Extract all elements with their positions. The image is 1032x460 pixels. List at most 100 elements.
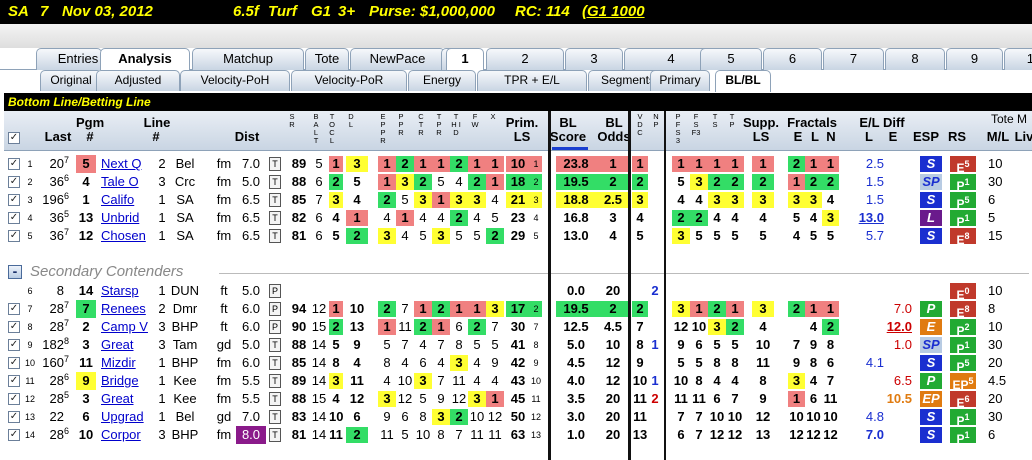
row-checkbox[interactable]: ✓ <box>8 303 20 315</box>
running-style-number: 1 <box>964 213 970 223</box>
subtab-velocitypor[interactable]: Velocity-PoR <box>291 70 407 91</box>
horse-name-link[interactable]: Chosen <box>101 227 149 245</box>
header-l: L <box>811 129 819 144</box>
row-checkbox[interactable]: ✓ <box>8 230 20 242</box>
horse-name-link[interactable]: Unbrid <box>101 209 149 227</box>
tab-7[interactable]: 7 <box>823 48 884 70</box>
subtab-tprel[interactable]: TPR + E/L <box>477 70 587 91</box>
horse-name-link[interactable]: Next Q <box>101 155 149 173</box>
subtab-blbl[interactable]: BL/BL <box>715 70 771 92</box>
table-row[interactable]: ✓ 8 28 7 2 Camp V 3 BHP ft 6.0 P 90 15 2 13 1 11 2 1 6 2 7 30 7… <box>4 318 1032 338</box>
table-row[interactable]: ✓ 4 36 5 13 Unbrid 1 SA fm 6.5 T 82 6 4 1 4 1 4 4 2 4 5 23 4 16.… <box>4 209 1032 229</box>
tab-9[interactable]: 9 <box>946 48 1003 70</box>
subtab-primary[interactable]: Primary <box>650 70 710 91</box>
pace-value-3: 8 <box>419 409 427 424</box>
vdc-value: 13 <box>632 427 648 442</box>
select-all-checkbox[interactable]: ✓ <box>8 132 20 144</box>
table-row[interactable]: ✓ 7 28 7 7 Renees 2 Dmr ft 6.0 P 94 12 1 10 2 7 1 2 1 1 3 17 2 1… <box>4 300 1032 320</box>
table-header: ✓ Last Pgm # Line # Dist S RB A L TT O C LD LE … <box>4 111 1032 151</box>
tab-1[interactable]: 1 <box>446 48 484 70</box>
horse-name-link[interactable]: Califo <box>101 191 149 209</box>
horse-name-link[interactable]: Camp V <box>101 318 149 336</box>
header-ctr: C T R <box>418 112 424 137</box>
row-checkbox[interactable]: ✓ <box>8 158 20 170</box>
header-tote[interactable]: Tote M <box>987 113 1031 126</box>
speed-figure-1: 2 <box>672 210 690 226</box>
dl-value: 6 <box>353 409 361 424</box>
speed-figure-4: 5 <box>731 228 739 243</box>
surface-tag: T <box>269 229 281 243</box>
primary-ls: 17 <box>506 301 530 317</box>
tab-8[interactable]: 8 <box>885 48 945 70</box>
collapse-button[interactable]: - <box>8 264 22 279</box>
speed-figure-1: 11 <box>674 391 688 406</box>
horse-name-link[interactable]: Great <box>101 336 149 354</box>
table-row[interactable]: 6 8 14 Starsp 1 DUN ft 5.0 P 0.0 20 2 E0 10 <box>4 282 1032 302</box>
running-style-badge: P5 <box>950 355 976 374</box>
horse-name-link[interactable]: Bridge <box>101 372 149 390</box>
horse-name-link[interactable]: Renees <box>101 300 149 318</box>
fractal-fn: 11 <box>823 391 838 406</box>
horse-name-link[interactable]: Starsp <box>101 282 149 300</box>
subtab-velocitypoh[interactable]: Velocity-PoH <box>180 70 290 91</box>
table-row[interactable]: ✓ 11 28 6 9 Bridge 1 Kee fm 5.5 T 89 14 3 11 4 10 3 7 11 4 4 4… <box>4 372 1032 392</box>
row-checkbox[interactable]: ✓ <box>8 393 20 405</box>
horse-name-link[interactable]: Great <box>101 390 149 408</box>
pace-value-7: 1 <box>486 174 504 190</box>
tab-2[interactable]: 2 <box>486 48 564 70</box>
row-index: 5 <box>27 231 33 241</box>
bl-score: 0.0 <box>566 283 586 298</box>
tab-entries[interactable]: Entries <box>36 48 102 70</box>
table-row[interactable]: ✓ 2 36 6 4 Tale O 3 Crc fm 5.0 T 88 6 2 5 1 3 2 5 4 2 1 18 2 19.… <box>4 173 1032 193</box>
row-checkbox[interactable]: ✓ <box>8 339 20 351</box>
header-balt: B A L T <box>313 112 319 145</box>
subtab-energy[interactable]: Energy <box>408 70 476 91</box>
horse-name-link[interactable]: Upgrad <box>101 408 149 426</box>
subtab-original[interactable]: Original <box>40 70 102 91</box>
pace-value-5: 6 <box>455 319 463 334</box>
table-row[interactable]: ✓ 3 196 6 1 Califo 1 SA fm 6.5 T 85 7 3 4 2 5 3 1 3 3 4 21 3 18.… <box>4 191 1032 211</box>
row-index: 8 <box>27 322 33 332</box>
esp-badge: P <box>920 301 942 317</box>
subtab-adjusted[interactable]: Adjusted <box>96 70 180 91</box>
row-checkbox[interactable]: ✓ <box>8 321 20 333</box>
row-checkbox[interactable]: ✓ <box>8 357 20 369</box>
tab-5[interactable]: 5 <box>700 48 762 70</box>
section-title: Bottom Line/Betting Line <box>4 93 1032 111</box>
tab-10[interactable]: 10 <box>1004 48 1032 70</box>
row-checkbox[interactable]: ✓ <box>8 429 20 441</box>
table-row[interactable]: ✓ 1 20 7 5 Next Q 2 Bel fm 7.0 T 89 5 1 3 1 2 1 1 2 1 1 10 1 23.… <box>4 155 1032 175</box>
row-checkbox[interactable]: ✓ <box>8 212 20 224</box>
row-checkbox[interactable]: ✓ <box>8 194 20 206</box>
table-row[interactable]: ✓ 14 28 6 10 Corpor 3 BHP fm 8.0 T 81 14 11 2 11 5 10 8 7 11… <box>4 426 1032 446</box>
tab-3[interactable]: 3 <box>565 48 623 70</box>
row-checkbox[interactable]: ✓ <box>8 375 20 387</box>
row-checkbox[interactable]: ✓ <box>8 411 20 423</box>
program-number: 11 <box>79 355 93 370</box>
horse-name-link[interactable]: Mizdir <box>101 354 149 372</box>
tab-newpace[interactable]: NewPace <box>350 48 445 70</box>
last-raced-sup: 7 <box>64 155 70 165</box>
el-diff-early <box>874 227 912 245</box>
table-row[interactable]: ✓ 13 22 6 Upgrad 1 Bel gd 7.0 T 83 14 10 6 9 6 8 3 2 10 12 50… <box>4 408 1032 428</box>
tab-matchup[interactable]: Matchup <box>192 48 304 70</box>
header-vdc: V D C <box>637 112 643 137</box>
last-raced-days: 36 <box>49 174 64 189</box>
speed-figure-4: 3 <box>726 192 744 208</box>
speed-figure-4: 5 <box>731 337 739 352</box>
tab-tote[interactable]: Tote <box>305 48 349 70</box>
horse-name-link[interactable]: Tale O <box>101 173 149 191</box>
table-row[interactable]: ✓ 10 160 7 11 Mizdir 1 BHP fm 6.0 T 85 14 8 4 8 4 6 4 3 4 9 42… <box>4 354 1032 374</box>
el-diff-early <box>874 408 912 426</box>
tab-6[interactable]: 6 <box>763 48 822 70</box>
tab-analysis[interactable]: Analysis <box>100 48 190 70</box>
fractal-fn: 2 <box>822 174 839 190</box>
horse-name-link[interactable]: Corpor <box>101 426 149 444</box>
row-checkbox[interactable]: ✓ <box>8 176 20 188</box>
table-row[interactable]: ✓ 9 182 8 3 Great 3 Tam gd 5.0 T 88 14 5 9 5 7 4 7 8 5 5 41 8 5.… <box>4 336 1032 356</box>
table-row[interactable]: ✓ 12 28 5 3 Great 1 Kee fm 5.5 T 88 15 4 12 3 12 5 9 12 3 1 45… <box>4 390 1032 410</box>
speed-figure-2: 1 <box>690 156 708 172</box>
table-row[interactable]: ✓ 5 36 7 12 Chosen 1 SA fm 6.5 T 81 6 5 2 3 4 5 3 5 5 2 29 5 13.… <box>4 227 1032 247</box>
speed-rating <box>287 282 311 300</box>
morning-line: 3 <box>158 319 166 334</box>
